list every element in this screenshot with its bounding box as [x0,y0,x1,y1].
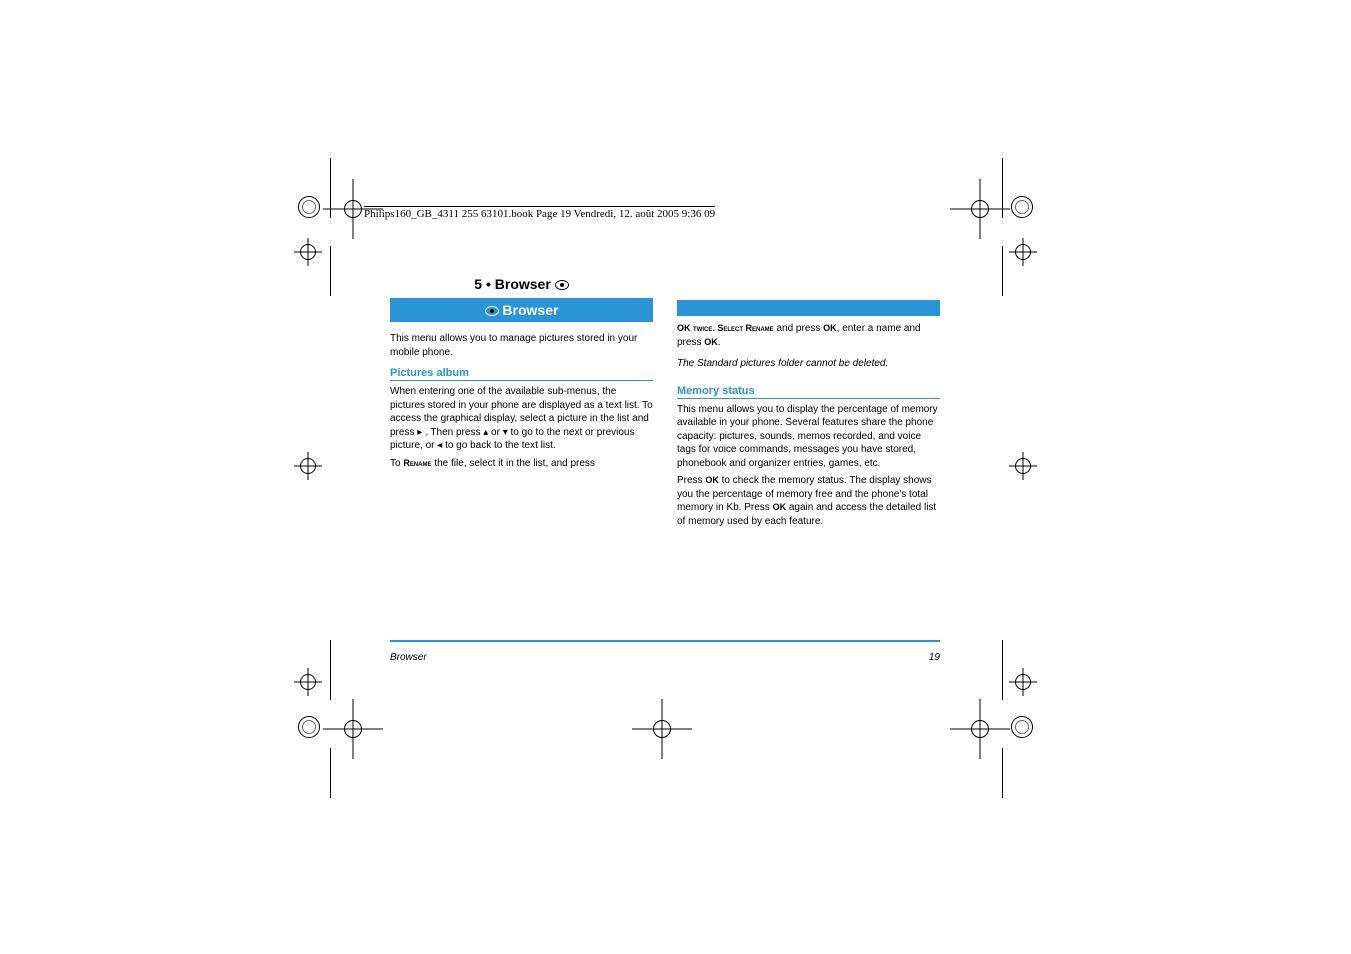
rename-body: To Rename the file, select it in the lis… [390,457,653,471]
section-heading-pictures: Pictures album [390,367,653,381]
left-arrow-icon: ◂ [437,440,442,451]
registration-mark [971,200,989,218]
rename-label: Rename [746,323,774,333]
print-wheel-mark [1011,716,1033,738]
body-span: OK twice. Select [677,323,746,333]
eye-icon [485,306,499,316]
print-wheel-mark [1011,196,1033,218]
eye-icon [555,280,569,290]
body-span: . [718,337,721,348]
registration-mark [1015,674,1031,690]
registration-mark [300,674,316,690]
note-text: The Standard pictures folder cannot be d… [677,357,940,371]
print-wheel-mark [298,196,320,218]
pictures-body: When entering one of the available sub-m… [390,385,653,453]
body-span: or [491,427,503,438]
down-arrow-icon: ▾ [503,427,508,438]
ok-label: OK [704,337,718,347]
crop-line [1002,640,1003,700]
body-span: Press [677,475,705,486]
right-top-bar [677,300,940,316]
right-intro: OK twice. Select Rename and press OK, en… [677,322,940,349]
registration-mark [653,720,671,738]
footer-rule [390,640,940,642]
body-span: . Then press [425,427,483,438]
header-file-info: Philips160_GB_4311 255 63101.book Page 1… [364,206,715,220]
note-span: The Standard pictures folder cannot be d… [677,358,888,369]
print-wheel-mark [298,716,320,738]
body-span: To [390,458,403,469]
ok-label: OK [823,323,837,333]
footer-row: Browser 19 [390,652,940,663]
registration-mark [971,720,989,738]
ok-label: OK [773,502,787,512]
body-span: and press [774,323,823,334]
registration-mark [344,720,362,738]
memory-body-2: Press OK to check the memory status. The… [677,474,940,528]
registration-mark [300,244,316,260]
section-heading-memory: Memory status [677,385,940,399]
rename-label: Rename [403,458,431,468]
chapter-number-row: 5 • Browser [390,276,653,292]
right-column: . OK twice. Select Rename and press OK, … [677,276,940,528]
chapter-number: 5 • Browser [474,276,551,292]
memory-body: This menu allows you to display the perc… [677,403,940,471]
chapter-title-bar: Browser [390,298,653,322]
left-column: 5 • Browser Browser This menu allows you… [390,276,653,528]
ok-label: OK [705,475,719,485]
page-content: 5 • Browser Browser This menu allows you… [390,276,940,528]
registration-mark [300,458,316,474]
registration-mark [1015,458,1031,474]
up-arrow-icon: ▴ [483,427,488,438]
body-span: the file, select it in the list, and pre… [432,458,595,469]
footer-page-number: 19 [929,652,940,663]
crop-line [330,640,331,700]
registration-mark [344,200,362,218]
footer-section: Browser [390,652,427,663]
intro-text: This menu allows you to manage pictures … [390,332,653,359]
right-arrow-icon: ▸ [417,427,422,438]
body-span: to go back to the text list. [445,440,556,451]
chapter-title: Browser [502,302,558,318]
registration-mark [1015,244,1031,260]
